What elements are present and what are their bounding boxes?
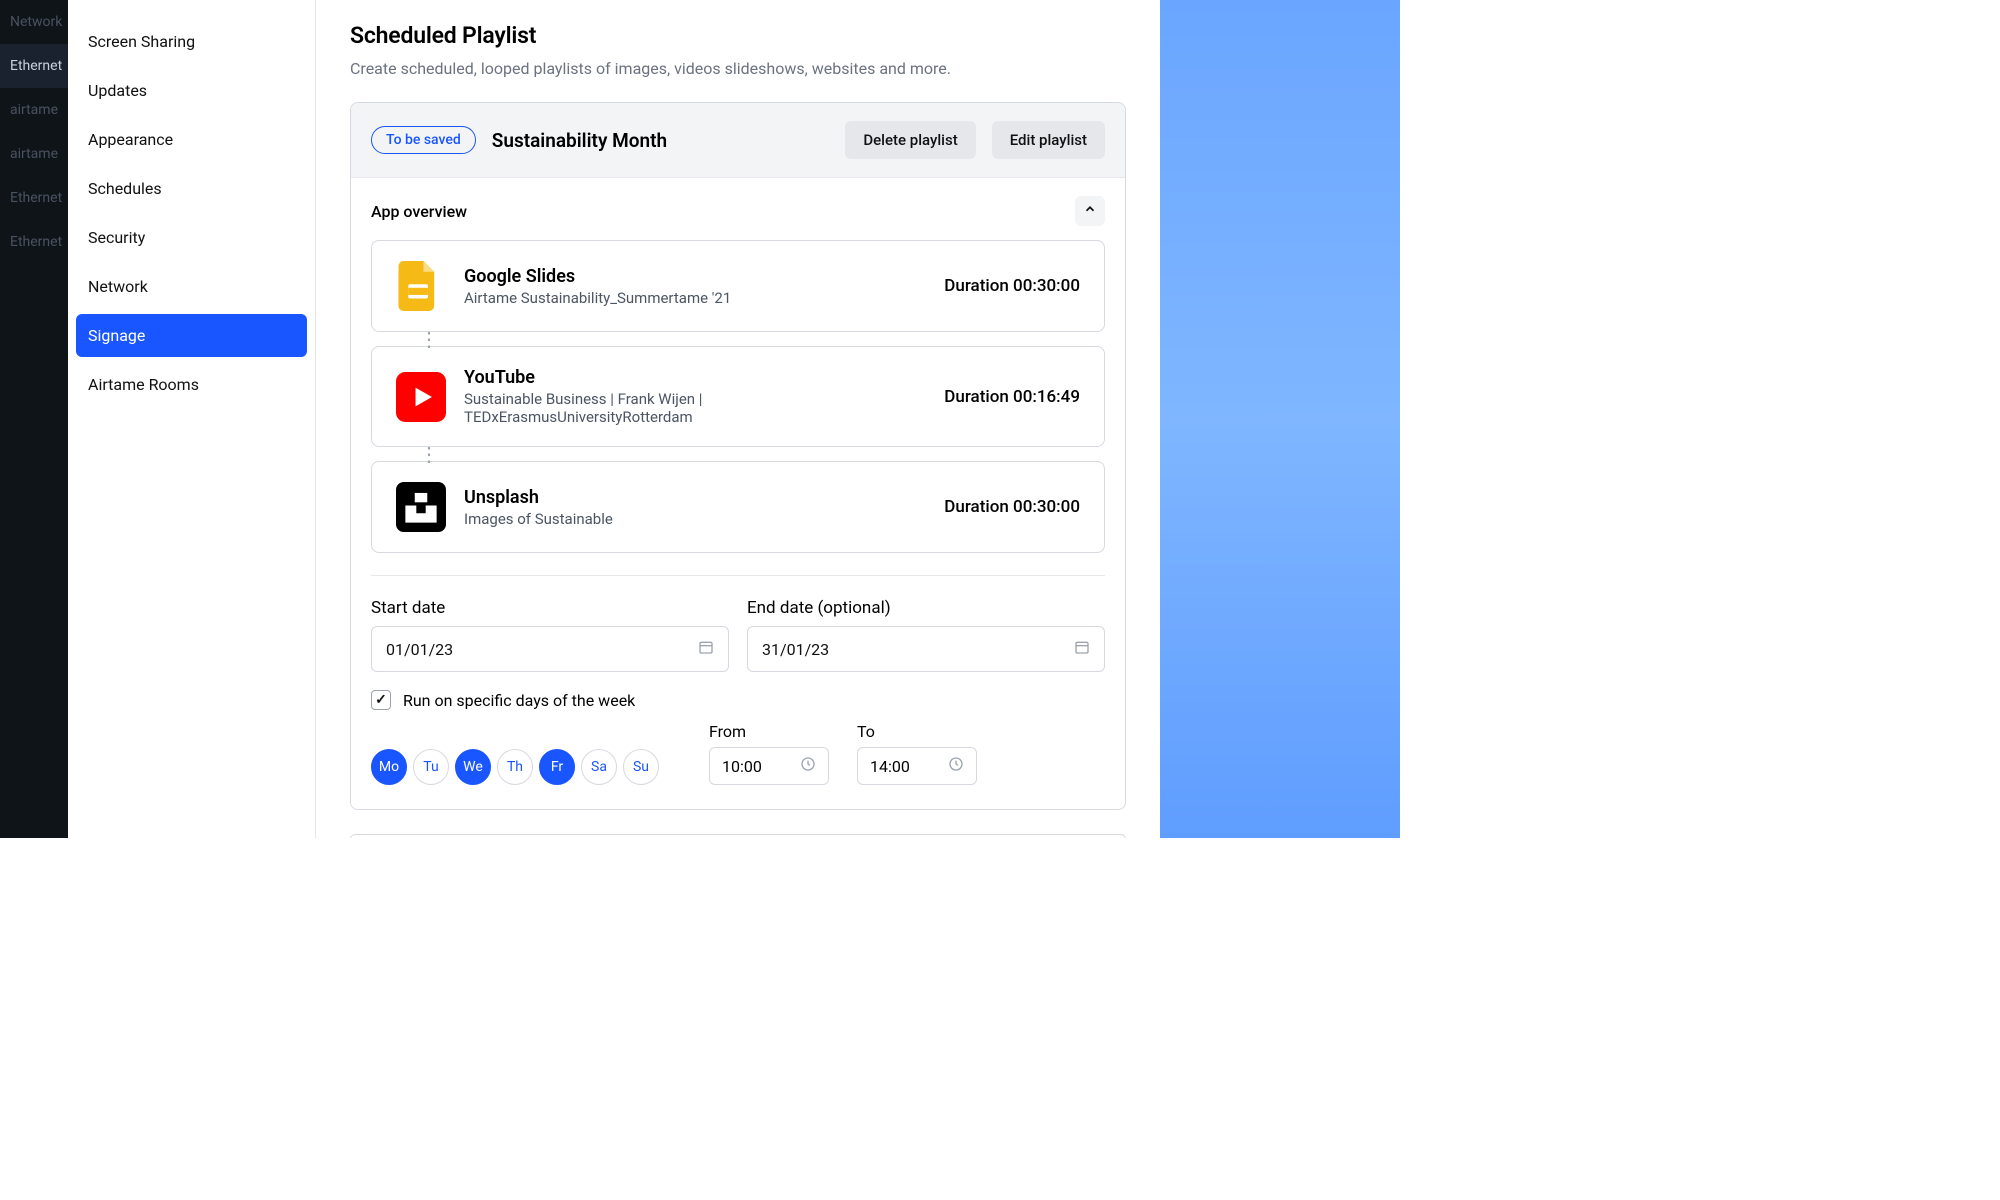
from-time-value: 10:00 [722, 757, 762, 776]
calendar-icon [1074, 639, 1090, 659]
delete-playlist-button[interactable]: Delete playlist [845, 121, 975, 159]
app-list: Google Slides Airtame Sustainability_Summ… [371, 240, 1105, 553]
app-row[interactable]: Unsplash Images of Sustainable Duration 00… [371, 461, 1105, 553]
sidebar-item[interactable]: Airtame Rooms [76, 363, 307, 406]
app-duration: Duration 00:16:49 [944, 387, 1080, 407]
drag-handle-icon[interactable]: ⋮ [371, 447, 1105, 461]
sidebar-item[interactable]: Signage [76, 314, 307, 357]
youtube-icon [396, 372, 442, 422]
app-subtitle: Airtame Sustainability_Summertame '21 [464, 289, 922, 307]
settings-sidebar: Screen Sharing Updates Appearance Schedules… [68, 0, 316, 838]
device-rail-item[interactable]: airtame [0, 132, 68, 176]
days-row: MoTuWeThFrSaSu From 10:00 To 14:00 [371, 722, 1105, 785]
page-subtitle: Create scheduled, looped playlists of im… [350, 59, 1126, 78]
device-rail-item[interactable]: Ethernet [0, 176, 68, 220]
edit-playlist-button[interactable]: Edit playlist [992, 121, 1105, 159]
day-toggle[interactable]: Tu [413, 749, 449, 785]
main-content: Scheduled Playlist Create scheduled, loo… [316, 0, 1160, 838]
device-rail-item[interactable]: airtame [0, 88, 68, 132]
sidebar-item[interactable]: Updates [76, 69, 307, 112]
next-card-peek [350, 834, 1126, 838]
sidebar-item[interactable]: Security [76, 216, 307, 259]
start-date-input[interactable]: 01/01/23 [371, 626, 729, 672]
unsplash-icon [396, 482, 442, 532]
app-title: YouTube [464, 367, 922, 388]
app-title: Google Slides [464, 266, 922, 287]
chevron-up-icon [1083, 202, 1097, 220]
day-toggle[interactable]: We [455, 749, 491, 785]
app-overview-label: App overview [371, 202, 467, 221]
start-date-label: Start date [371, 598, 729, 618]
end-date-value: 31/01/23 [762, 640, 829, 659]
app-subtitle: Images of Sustainable [464, 510, 922, 528]
status-chip: To be saved [371, 126, 476, 154]
clock-icon [800, 756, 816, 776]
sidebar-item[interactable]: Screen Sharing [76, 20, 307, 63]
app-title: Unsplash [464, 487, 922, 508]
device-rail-item[interactable]: Ethernet [0, 220, 68, 264]
to-time-value: 14:00 [870, 757, 910, 776]
end-date-input[interactable]: 31/01/23 [747, 626, 1105, 672]
playlist-card: To be saved Sustainability Month Delete … [350, 102, 1126, 810]
to-label: To [857, 722, 977, 741]
collapse-button[interactable] [1075, 196, 1105, 226]
run-specific-days-checkbox[interactable] [371, 690, 391, 710]
day-toggle[interactable]: Th [497, 749, 533, 785]
day-toggle[interactable]: Su [623, 749, 659, 785]
app-row[interactable]: Google Slides Airtame Sustainability_Summ… [371, 240, 1105, 332]
page-title: Scheduled Playlist [350, 22, 1126, 49]
from-label: From [709, 722, 829, 741]
device-rail: NetworkEthernetairtameairtameEthernetEth… [0, 0, 68, 838]
device-rail-item[interactable]: Ethernet [0, 44, 68, 88]
calendar-icon [698, 639, 714, 659]
sidebar-item[interactable]: Network [76, 265, 307, 308]
playlist-name: Sustainability Month [492, 129, 830, 152]
to-time-input[interactable]: 14:00 [857, 747, 977, 785]
start-date-value: 01/01/23 [386, 640, 453, 659]
sidebar-item[interactable]: Schedules [76, 167, 307, 210]
app-duration: Duration 00:30:00 [944, 276, 1080, 296]
run-specific-days-label: Run on specific days of the week [403, 691, 635, 710]
day-toggle[interactable]: Fr [539, 749, 575, 785]
sidebar-item[interactable]: Appearance [76, 118, 307, 161]
playlist-card-header: To be saved Sustainability Month Delete … [351, 103, 1125, 178]
right-gradient-panel [1160, 0, 1400, 838]
clock-icon [948, 756, 964, 776]
gslides-icon [396, 261, 442, 311]
playlist-card-body: App overview Google Slides Airtame Sustai… [351, 178, 1125, 809]
day-toggle[interactable]: Mo [371, 749, 407, 785]
day-toggle[interactable]: Sa [581, 749, 617, 785]
device-rail-item[interactable]: Network [0, 0, 68, 44]
drag-handle-icon[interactable]: ⋮ [371, 332, 1105, 346]
end-date-label: End date (optional) [747, 598, 1105, 618]
app-row[interactable]: YouTubeSustainable Business | Frank Wije… [371, 346, 1105, 447]
from-time-input[interactable]: 10:00 [709, 747, 829, 785]
app-duration: Duration 00:30:00 [944, 497, 1080, 517]
app-subtitle: Sustainable Business | Frank Wijen | TED… [464, 390, 922, 426]
